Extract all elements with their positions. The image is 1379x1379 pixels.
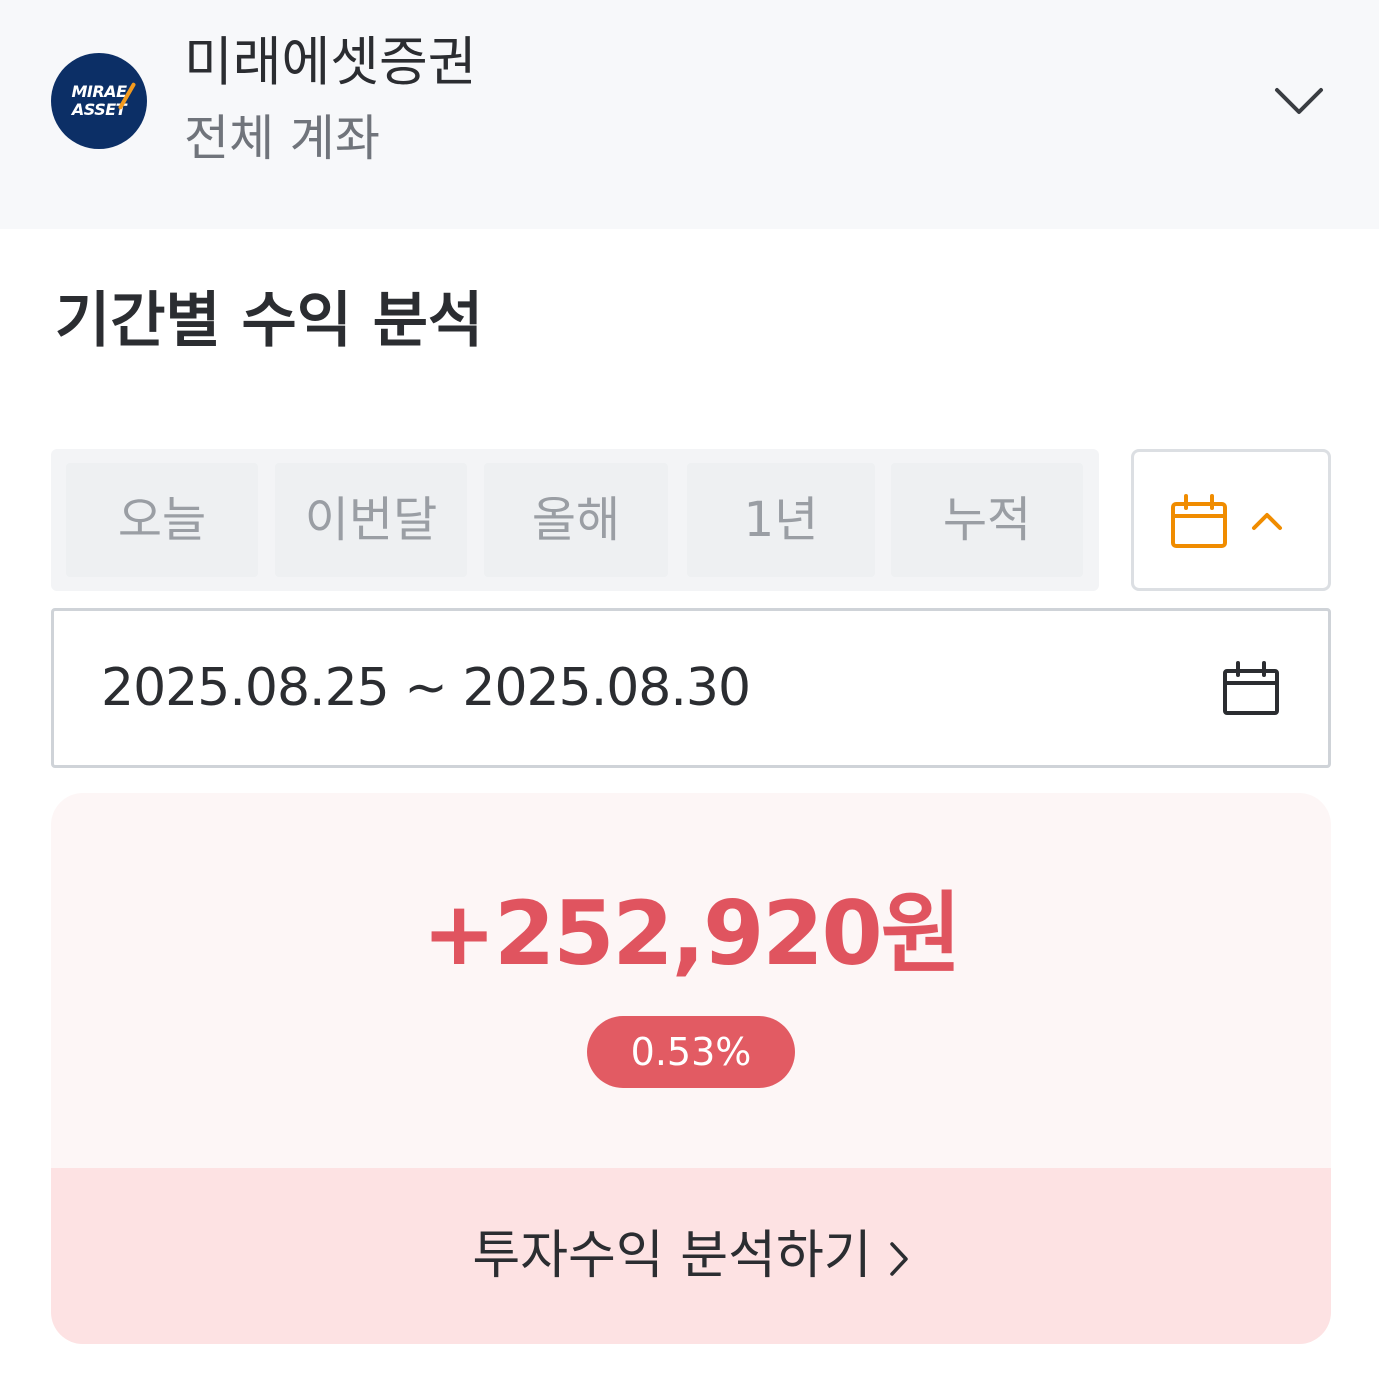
chevron-down-icon[interactable] [1272, 80, 1326, 120]
profit-summary-card: +252,920원 0.53% 투자수익 분석하기 [51, 793, 1331, 1344]
mirae-asset-logo: MIRAE ASSET [51, 53, 147, 149]
calendar-toggle-button[interactable] [1131, 449, 1331, 591]
account-name: 전체 계좌 [184, 110, 380, 167]
analyze-returns-button[interactable]: 투자수익 분석하기 [51, 1168, 1331, 1344]
calendar-icon [1171, 494, 1227, 548]
tab-this-year[interactable]: 올해 [484, 463, 668, 577]
date-range-field[interactable]: 2025.08.25 ~ 2025.08.30 [51, 608, 1331, 768]
chevron-up-icon [1252, 513, 1282, 530]
return-rate-badge: 0.53% [587, 1016, 795, 1088]
chevron-right-icon [889, 1242, 908, 1276]
calendar-icon[interactable] [1222, 661, 1280, 717]
account-header[interactable]: MIRAE ASSET 미래에셋증권 전체 계좌 [0, 0, 1379, 229]
tab-this-month[interactable]: 이번달 [275, 463, 467, 577]
tab-cumulative[interactable]: 누적 [891, 463, 1083, 577]
tab-today[interactable]: 오늘 [66, 463, 258, 577]
analyze-returns-text: 투자수익 분석하기 [472, 1226, 872, 1286]
broker-name: 미래에셋증권 [184, 32, 477, 93]
tab-one-year[interactable]: 1년 [687, 463, 875, 577]
profit-amount: +252,920원 [422, 882, 962, 985]
analyze-returns-label: 투자수익 분석하기 [51, 1222, 1331, 1290]
period-tabs: 오늘 이번달 올해 1년 누적 [51, 449, 1099, 591]
date-range-value: 2025.08.25 ~ 2025.08.30 [101, 658, 751, 718]
logo-text-line2: ASSET [71, 100, 127, 119]
section-title: 기간별 수익 분석 [55, 286, 484, 356]
